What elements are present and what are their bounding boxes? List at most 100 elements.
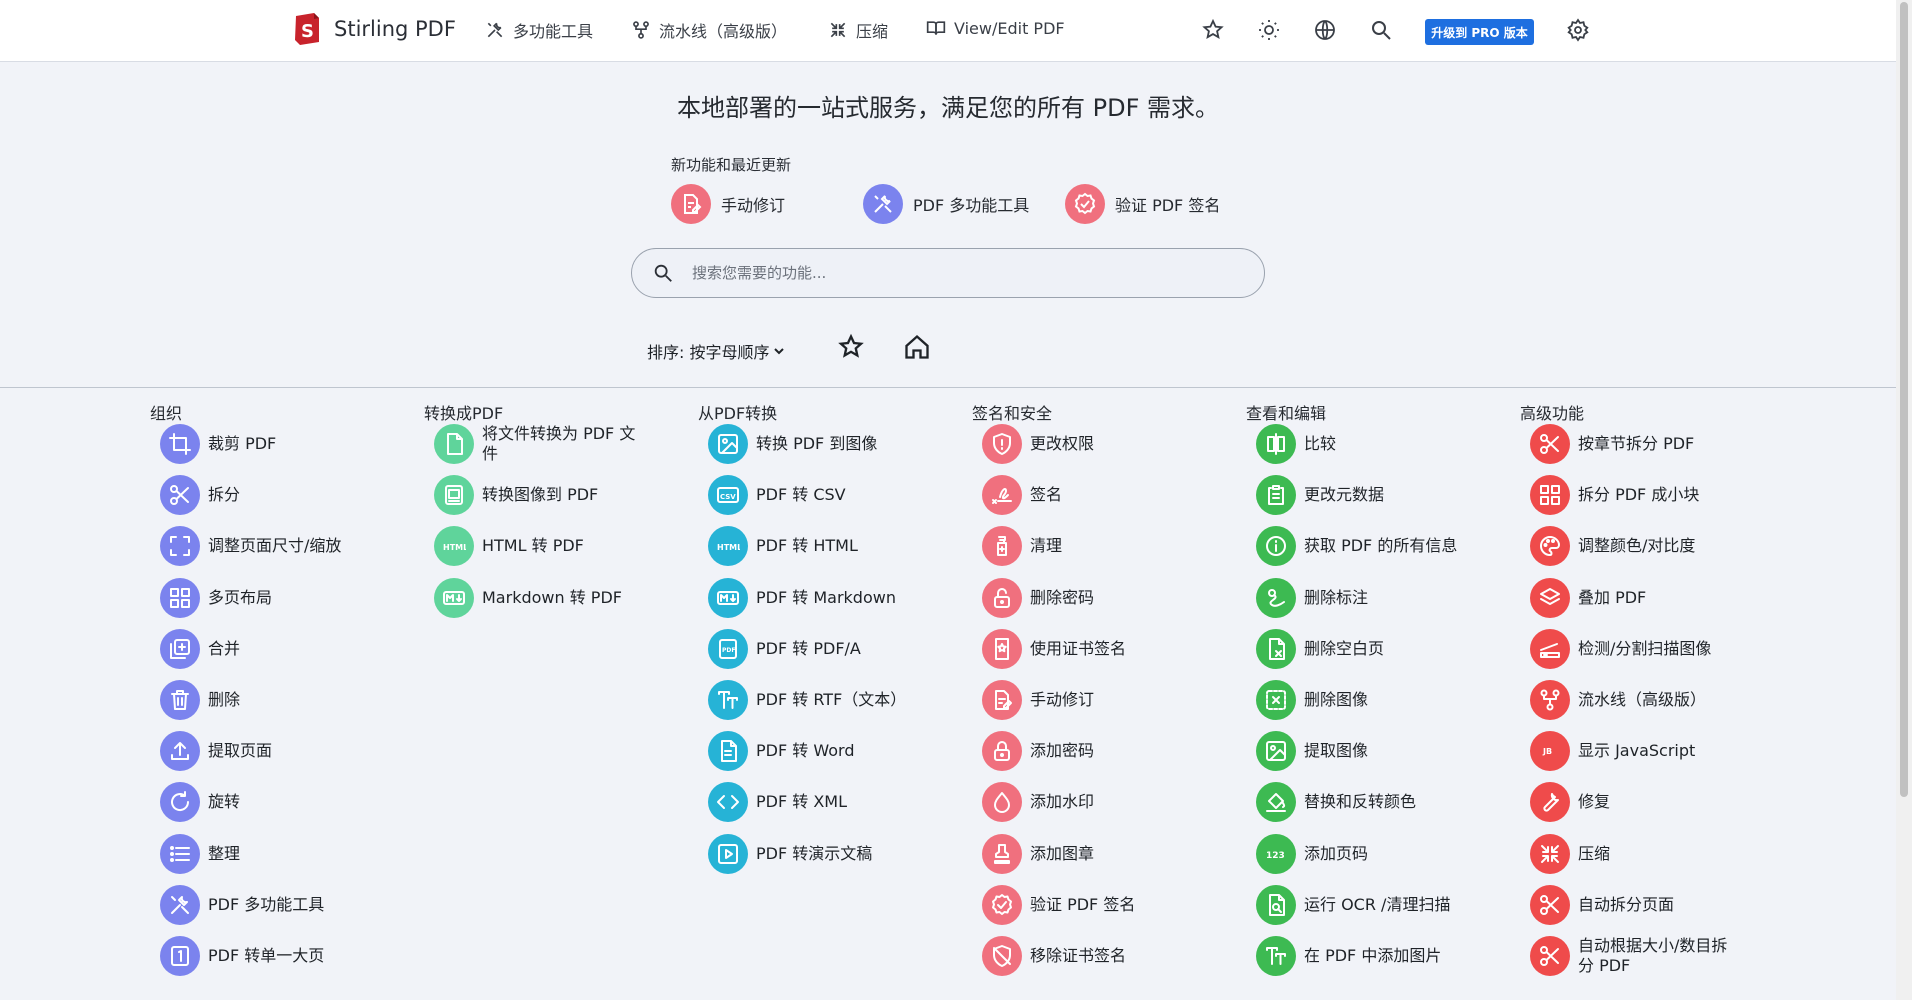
tool-item[interactable]: 合并 (160, 628, 240, 669)
tool-item[interactable]: 移除证书签名 (982, 936, 1126, 976)
tool-item[interactable]: 比较 (1256, 424, 1336, 464)
tool-label: 获取 PDF 的所有信息 (1304, 536, 1458, 556)
tool-label: 提取页面 (208, 741, 273, 761)
tool-item[interactable]: JB 显示 JavaScript (1530, 731, 1695, 772)
tool-column: 高级功能 按章节拆分 PDF 拆分 PDF 成小块 调整颜色/对比度 叠加 PDF 检测/… (1520, 400, 1785, 976)
tool-item[interactable]: 删除图像 (1256, 680, 1368, 720)
redact-icon (671, 184, 711, 224)
tool-item[interactable]: 裁剪 PDF (160, 424, 276, 464)
tool-item[interactable]: HTML HTML 转 PDF (434, 526, 584, 567)
nav-view-edit[interactable]: View/Edit PDF (926, 18, 1065, 38)
tool-item[interactable]: 删除空白页 (1256, 628, 1384, 669)
tool-item[interactable]: 验证 PDF 签名 (982, 884, 1135, 925)
home-icon[interactable] (903, 333, 931, 361)
tool-item[interactable]: 调整颜色/对比度 (1530, 526, 1695, 567)
tool-item[interactable]: 123 添加页码 (1256, 833, 1368, 874)
tool-item[interactable]: 更改元数据 (1256, 475, 1384, 516)
tool-item[interactable]: CSV PDF 转 CSV (708, 475, 846, 516)
tool-item[interactable]: 修复 (1530, 782, 1610, 823)
stirling-logo-icon: S (295, 13, 319, 45)
tool-item[interactable]: 拆分 PDF 成小块 (1530, 475, 1699, 516)
recent-item-multitool[interactable]: PDF 多功能工具 (863, 184, 1029, 224)
tool-item[interactable]: 运行 OCR /清理扫描 (1256, 884, 1450, 925)
tool-column: 从PDF转换 转换 PDF 到图像 CSV PDF 转 CSV HTML PDF 转 HT… (698, 400, 963, 874)
tool-item[interactable]: 自动根据大小/数目拆分 PDF (1530, 936, 1738, 976)
tool-item[interactable]: 将文件转换为 PDF 文件 (434, 424, 642, 464)
nav-compress[interactable]: 压缩 (828, 18, 888, 42)
tool-item[interactable]: 添加密码 (982, 731, 1094, 772)
tool-item[interactable]: 转换图像到 PDF (434, 475, 598, 516)
sort-label: 排序: 按字母顺序 (647, 343, 770, 362)
tool-item[interactable]: PDF 转演示文稿 (708, 833, 872, 874)
theme-sun-icon[interactable] (1257, 18, 1281, 42)
tool-item[interactable]: 添加图章 (982, 833, 1094, 874)
tool-item[interactable]: 按章节拆分 PDF (1530, 424, 1694, 464)
tool-item[interactable]: 清理 (982, 526, 1062, 567)
recent-item-redact[interactable]: 手动修订 (671, 184, 785, 224)
tool-item[interactable]: 签名 (982, 475, 1062, 516)
tool-item[interactable]: 整理 (160, 833, 240, 874)
tool-item[interactable]: 删除标注 (1256, 577, 1368, 618)
tool-item[interactable]: 更改权限 (982, 424, 1094, 464)
nav-pipeline[interactable]: 流水线（高级版） (631, 18, 787, 42)
language-globe-icon[interactable] (1313, 18, 1337, 42)
tool-item[interactable]: 旋转 (160, 782, 240, 823)
search-input[interactable] (692, 264, 1212, 282)
tool-item[interactable]: 叠加 PDF (1530, 577, 1646, 618)
tool-item[interactable]: 添加水印 (982, 782, 1094, 823)
tool-item[interactable]: 拆分 (160, 475, 241, 516)
unlock-icon (982, 577, 1022, 618)
tool-item[interactable]: Markdown 转 PDF (434, 577, 622, 618)
tool-item[interactable]: 检测/分割扫描图像 (1530, 628, 1711, 669)
tool-item[interactable]: 删除 (160, 680, 240, 720)
tool-item[interactable]: 替换和反转颜色 (1256, 782, 1416, 823)
slides-icon (708, 833, 748, 874)
file-icon (434, 424, 474, 464)
tool-item[interactable]: PDF 转单一大页 (160, 936, 324, 976)
tool-item[interactable]: 多页布局 (160, 577, 272, 618)
tool-item[interactable]: 手动修订 (982, 680, 1094, 720)
list-icon (160, 833, 200, 874)
tool-item[interactable]: 压缩 (1530, 833, 1610, 874)
nav-multitool[interactable]: 多功能工具 (485, 18, 593, 42)
search-icon[interactable] (1369, 18, 1393, 42)
tool-label: 转换 PDF 到图像 (756, 434, 878, 453)
tool-item[interactable]: PDF 多功能工具 (160, 884, 324, 925)
compare-icon (1256, 424, 1296, 464)
tool-item[interactable]: PDF 转 Markdown (708, 577, 896, 618)
tool-item[interactable]: 获取 PDF 的所有信息 (1256, 526, 1458, 567)
recent-item-verify[interactable]: 验证 PDF 签名 (1065, 184, 1220, 224)
merge-icon (160, 628, 200, 669)
tool-item[interactable]: HTML PDF 转 HTML (708, 526, 858, 567)
scrollbar-thumb[interactable] (1900, 2, 1908, 797)
sort-dropdown[interactable]: 排序: 按字母顺序 (647, 339, 785, 363)
blank-page-icon (1256, 628, 1296, 669)
brand[interactable]: S Stirling PDF (292, 12, 456, 46)
tool-search-bar[interactable] (631, 248, 1265, 298)
recent-updates-title: 新功能和最近更新 (671, 156, 792, 174)
tool-item[interactable]: PDF 转 Word (708, 731, 854, 772)
tool-item[interactable]: 使用证书签名 (982, 628, 1126, 669)
tool-item[interactable]: 转换 PDF 到图像 (708, 424, 877, 464)
remove-cert-icon (982, 936, 1022, 976)
tool-item[interactable]: 流水线（高级版） (1530, 680, 1706, 720)
tool-item[interactable]: 调整页面尺寸/缩放 (160, 526, 341, 567)
tool-item[interactable]: 在 PDF 中添加图片 (1256, 936, 1441, 976)
page-scrollbar[interactable] (1896, 0, 1912, 1000)
tool-label: 裁剪 PDF (208, 434, 277, 453)
tool-item[interactable]: PDF 转 RTF（文本） (708, 680, 906, 720)
favorites-star-icon[interactable] (837, 333, 865, 361)
tool-item[interactable]: PDF 转 XML (708, 782, 847, 823)
tool-item[interactable]: 自动拆分页面 (1530, 884, 1674, 925)
text-icon (1256, 936, 1296, 976)
tool-item[interactable]: 提取图像 (1256, 731, 1368, 772)
tool-label: 拆分 (208, 485, 241, 505)
droplet-icon (982, 782, 1022, 823)
compress-icon (830, 22, 846, 38)
gear-icon[interactable] (1566, 18, 1590, 42)
star-icon[interactable] (1201, 18, 1225, 42)
tool-item[interactable]: 删除密码 (982, 577, 1094, 618)
tool-item[interactable]: PDF PDF 转 PDF/A (708, 628, 861, 669)
upgrade-pro-button[interactable]: 升级到 PRO 版本 (1425, 19, 1534, 45)
tool-item[interactable]: 提取页面 (160, 731, 273, 772)
